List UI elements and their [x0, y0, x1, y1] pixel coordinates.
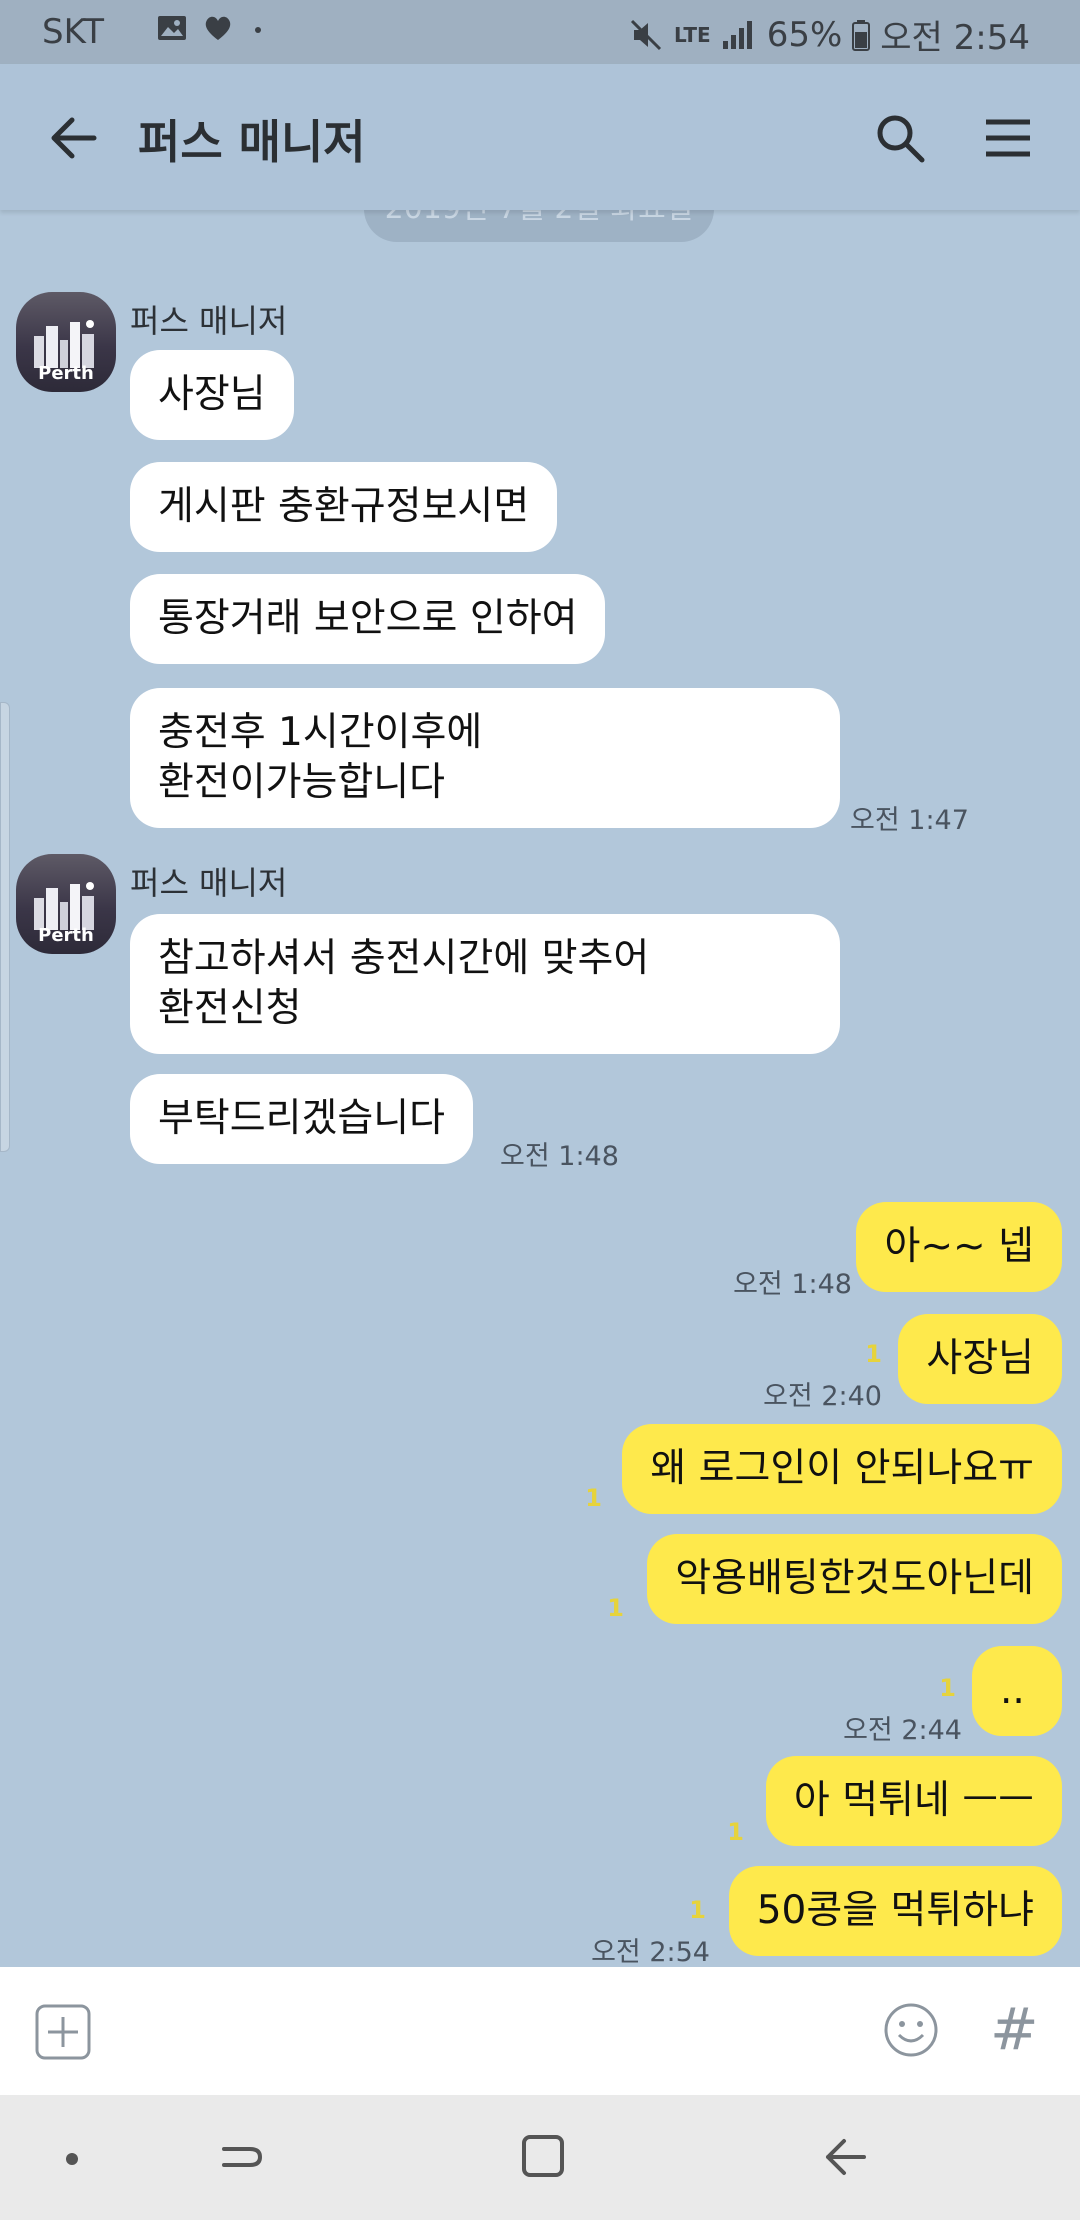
chat-header: 퍼스 매니저: [0, 64, 1080, 210]
hashtag-search-button[interactable]: #: [990, 1995, 1039, 2063]
home-icon[interactable]: [520, 2133, 566, 2179]
city-skyline-icon: [34, 882, 94, 930]
avatar-label: Perth: [38, 925, 94, 946]
system-nav-bar: [0, 2095, 1080, 2220]
avatar[interactable]: Perth: [16, 854, 116, 954]
plus-square-icon: [35, 2004, 91, 2060]
message-bubble[interactable]: 사장님: [130, 350, 294, 440]
avatar-label: Perth: [38, 363, 94, 384]
hamburger-icon: [986, 119, 1030, 157]
message-bubble[interactable]: 통장거래 보안으로 인하여: [130, 574, 606, 664]
city-skyline-icon: [34, 320, 94, 368]
my-message-bubble[interactable]: 왜 로그인이 안되나요ㅠ: [622, 1424, 1062, 1514]
chat-title: 퍼스 매니저: [138, 115, 366, 169]
unread-count: 1: [865, 1340, 882, 1368]
image-icon: [158, 16, 186, 40]
message-time: 오전 1:47: [850, 805, 969, 836]
my-message-bubble[interactable]: ..: [972, 1646, 1062, 1736]
unread-count: 1: [585, 1484, 602, 1512]
signal-icon: [722, 20, 752, 49]
battery-percent: 65%: [766, 14, 843, 55]
carrier-label: SKT: [42, 12, 105, 52]
unread-count: 1: [939, 1674, 956, 1702]
system-status: LTE 65% 오전 2:54: [628, 10, 1030, 59]
message-input-bar[interactable]: #: [0, 1967, 1080, 2095]
search-icon: [877, 115, 925, 163]
message-bubble[interactable]: 참고하셔서 충전시간에 맞추어 환전신청: [130, 914, 840, 1054]
sender-name: 퍼스 매니저: [130, 302, 288, 340]
drawer-handle[interactable]: [0, 702, 10, 1152]
arrow-left-icon: [51, 117, 97, 159]
notification-icons: [156, 14, 268, 42]
clock: 오전 2:54: [880, 18, 1030, 58]
message-time: 오전 1:48: [500, 1141, 619, 1172]
back-nav-icon[interactable]: [822, 2135, 868, 2179]
my-message-bubble[interactable]: 악용배팅한것도아닌데: [647, 1534, 1062, 1624]
my-message-bubble[interactable]: 아~~ 넵: [856, 1202, 1062, 1292]
message-bubble[interactable]: 게시판 충환규정보시면: [130, 462, 558, 552]
battery-icon: [852, 19, 871, 51]
smiley-icon: [884, 2003, 938, 2057]
attach-button[interactable]: [34, 2003, 92, 2061]
my-message-bubble[interactable]: 50콩을 먹튀하냐: [728, 1866, 1062, 1956]
avatar[interactable]: Perth: [16, 292, 116, 392]
unread-count: 1: [607, 1594, 624, 1622]
back-button[interactable]: [44, 108, 104, 168]
message-bubble[interactable]: 충전후 1시간이후에 환전이가능합니다: [130, 688, 840, 828]
my-message-bubble[interactable]: 아 먹튀네 ㅡㅡ: [765, 1756, 1062, 1846]
recent-apps-icon[interactable]: [220, 2135, 264, 2179]
message-bubble[interactable]: 부탁드리겠습니다: [130, 1074, 474, 1164]
message-time: 오전 2:44: [843, 1715, 962, 1746]
search-button[interactable]: [870, 108, 930, 168]
network-label: LTE: [673, 22, 711, 47]
emoji-button[interactable]: [882, 2001, 940, 2059]
dot-icon: [255, 27, 261, 33]
dot-icon[interactable]: [64, 2151, 80, 2167]
my-message-bubble[interactable]: 사장님: [898, 1314, 1062, 1404]
mute-icon: [630, 19, 662, 50]
message-time: 오전 2:40: [763, 1381, 882, 1412]
unread-count: 1: [689, 1896, 706, 1924]
menu-button[interactable]: [978, 108, 1038, 168]
message-time: 오전 1:48: [733, 1269, 852, 1300]
status-bar: SKT LTE 65% 오전 2:54: [0, 0, 1080, 64]
sender-name: 퍼스 매니저: [130, 864, 288, 902]
heart-icon: [205, 16, 231, 40]
unread-count: 1: [727, 1818, 744, 1846]
message-time: 오전 2:54: [591, 1937, 710, 1968]
